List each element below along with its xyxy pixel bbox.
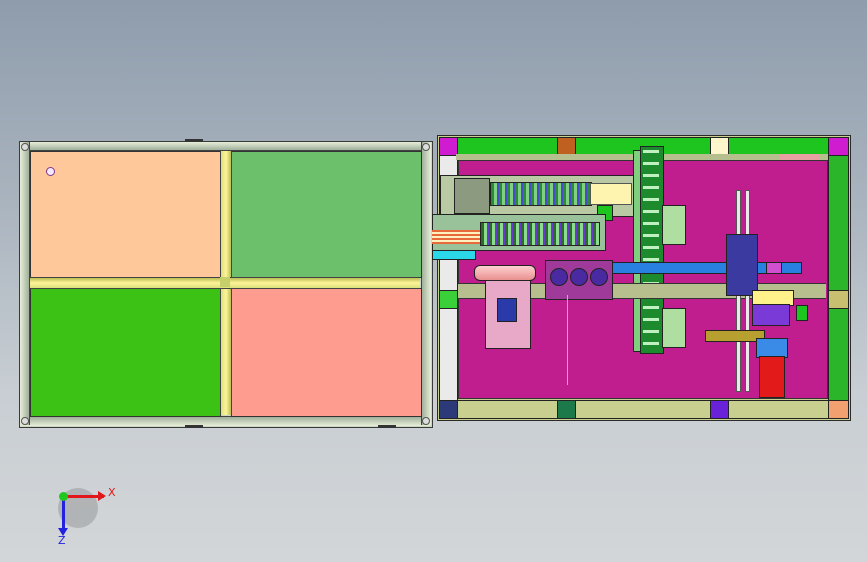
- feeder-lower-stripes: [432, 230, 480, 244]
- x-axis-label: X: [108, 486, 116, 499]
- left-frame-right-rail: [421, 142, 431, 425]
- foot-tab: [185, 139, 203, 142]
- machine-right-rail[interactable]: [828, 154, 849, 402]
- panel-light-green[interactable]: [231, 151, 422, 278]
- rail-block-teal[interactable]: [557, 400, 576, 419]
- cyan-rail: [432, 250, 476, 260]
- red-slide[interactable]: [759, 356, 785, 398]
- feeder-lower-rollers: [480, 222, 600, 246]
- orientation-triad[interactable]: X Z: [50, 480, 120, 550]
- guide-bracket[interactable]: [662, 205, 686, 245]
- y-axis-dot: [59, 492, 68, 501]
- feeder-motor-block[interactable]: [454, 178, 490, 214]
- green-pin: [796, 305, 808, 321]
- guide-bracket[interactable]: [662, 308, 686, 348]
- rail-block-purple[interactable]: [710, 400, 729, 419]
- blue-block[interactable]: [756, 338, 788, 358]
- corner-block-peach[interactable]: [828, 400, 849, 419]
- machine-bottom-rail[interactable]: [456, 400, 830, 419]
- rail-block-olive[interactable]: [828, 290, 849, 309]
- corner-bolt: [21, 417, 29, 425]
- purple-cylinder[interactable]: [752, 304, 790, 326]
- corner-block-magenta[interactable]: [828, 137, 849, 156]
- panel-peach[interactable]: [30, 151, 221, 278]
- fixture-slot: [497, 298, 517, 322]
- gear-wheel: [550, 268, 568, 286]
- corner-bolt: [422, 143, 430, 151]
- left-frame-top-rail: [20, 142, 430, 151]
- indexing-disk[interactable]: [474, 265, 536, 281]
- corner-bolt: [422, 417, 430, 425]
- side-strip-pink: [780, 154, 820, 160]
- foot-tab: [185, 425, 203, 428]
- corner-bolt: [21, 143, 29, 151]
- z-axis-label: Z: [58, 534, 66, 547]
- left-beam-center-overlay: [220, 277, 230, 287]
- side-guide-pink: [766, 262, 782, 274]
- section-line: [567, 295, 568, 385]
- z-axis-arrow: [62, 496, 65, 532]
- x-arrow-head: [98, 491, 106, 501]
- feeder-rollers: [490, 182, 592, 206]
- gear-wheel: [590, 268, 608, 286]
- rail-block-green[interactable]: [439, 290, 458, 309]
- feeder-cream-rail: [590, 183, 632, 205]
- hole-marker: [46, 167, 55, 176]
- corner-block-navy[interactable]: [439, 400, 458, 419]
- actuator-head[interactable]: [726, 234, 758, 296]
- panel-bright-green[interactable]: [30, 288, 221, 417]
- cad-graphics-viewport[interactable]: X Z: [0, 0, 867, 562]
- ladder-rungs: [643, 150, 659, 348]
- gear-wheel: [570, 268, 588, 286]
- foot-tab: [378, 425, 396, 428]
- panel-salmon[interactable]: [231, 288, 422, 417]
- ladder-rail: [633, 150, 641, 352]
- left-frame-left-rail: [20, 142, 30, 425]
- left-frame-bottom-rail: [20, 416, 430, 426]
